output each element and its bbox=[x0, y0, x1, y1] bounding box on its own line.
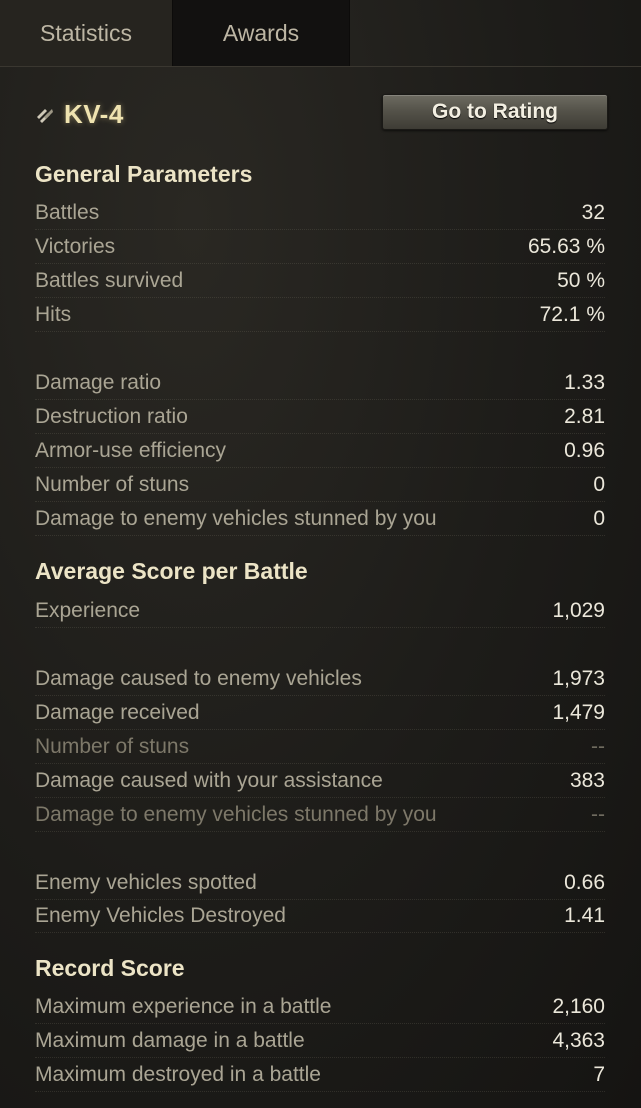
stat-value: 0 bbox=[593, 507, 605, 530]
stat-value: 1.33 bbox=[564, 371, 605, 394]
stat-value: 0.66 bbox=[564, 871, 605, 894]
stat-label: Victories bbox=[35, 235, 116, 258]
stat-row: Damage received 1,479 bbox=[35, 697, 605, 730]
stat-label: Enemy Vehicles Destroyed bbox=[35, 904, 286, 927]
stat-value: 2,160 bbox=[552, 995, 605, 1018]
stat-label: Number of stuns bbox=[35, 735, 190, 758]
stat-row: Maximum experience in a battle 2,160 bbox=[35, 991, 605, 1024]
stat-label: Damage caused with your assistance bbox=[35, 769, 383, 792]
stat-label: Experience bbox=[35, 599, 141, 622]
stat-row: Experience 1,029 bbox=[35, 595, 605, 628]
stat-value: 1,479 bbox=[552, 701, 605, 724]
stat-row: Maximum destroyed in a battle 7 bbox=[35, 1059, 605, 1092]
stat-row: Damage caused with your assistance 383 bbox=[35, 765, 605, 798]
stat-label: Battles bbox=[35, 201, 100, 224]
stat-value: 72.1 % bbox=[539, 303, 605, 326]
tab-bar: Statistics Awards bbox=[0, 0, 641, 67]
stat-label: Damage received bbox=[35, 701, 200, 724]
stat-value: 1.41 bbox=[564, 904, 605, 927]
stat-row: Damage ratio 1.33 bbox=[35, 367, 605, 400]
stat-label: Maximum damage in a battle bbox=[35, 1029, 305, 1052]
stat-label: Maximum destroyed in a battle bbox=[35, 1063, 321, 1086]
stat-row: Maximum damage in a battle 4,363 bbox=[35, 1025, 605, 1058]
stat-label: Damage to enemy vehicles stunned by you bbox=[35, 507, 437, 530]
vehicle-name: KV-4 bbox=[64, 98, 124, 129]
stat-row: Damage caused to enemy vehicles 1,973 bbox=[35, 663, 605, 696]
stat-row: Battles 32 bbox=[35, 197, 605, 230]
stat-value: 65.63 % bbox=[527, 235, 605, 258]
stat-label: Maximum experience in a battle bbox=[35, 995, 332, 1018]
section-title-average: Average Score per Battle bbox=[35, 558, 308, 584]
stat-row: Battles survived 50 % bbox=[35, 265, 605, 298]
tab-awards[interactable]: Awards bbox=[172, 0, 350, 66]
stat-row: Number of stuns 0 bbox=[35, 469, 605, 502]
stat-label: Hits bbox=[35, 303, 72, 326]
stat-value: 32 bbox=[581, 201, 605, 224]
stat-label: Destruction ratio bbox=[35, 405, 188, 428]
section-title-record: Record Score bbox=[35, 955, 185, 981]
stat-row: Damage to enemy vehicles stunned by you … bbox=[35, 503, 605, 536]
stat-value: 1,029 bbox=[552, 599, 605, 622]
stat-row: Enemy vehicles spotted 0.66 bbox=[35, 867, 605, 900]
stat-label: Damage caused to enemy vehicles bbox=[35, 667, 362, 690]
stat-value: 50 % bbox=[557, 269, 605, 292]
stat-value: 383 bbox=[569, 769, 605, 792]
vehicle-header: KV-4 bbox=[34, 96, 124, 132]
go-to-rating-button[interactable]: Go to Rating bbox=[382, 94, 608, 130]
stat-value: -- bbox=[591, 735, 605, 758]
stat-label: Number of stuns bbox=[35, 473, 190, 496]
stat-row: Enemy Vehicles Destroyed 1.41 bbox=[35, 900, 605, 933]
stat-value: 4,363 bbox=[552, 1029, 605, 1052]
section-title-general: General Parameters bbox=[35, 161, 253, 187]
stat-row: Destruction ratio 2.81 bbox=[35, 401, 605, 434]
stat-row: Number of stuns -- bbox=[35, 731, 605, 764]
stat-value: 0 bbox=[593, 473, 605, 496]
tab-statistics[interactable]: Statistics bbox=[0, 0, 172, 66]
stat-label: Battles survived bbox=[35, 269, 184, 292]
stat-label: Armor-use efficiency bbox=[35, 439, 227, 462]
stat-label: Enemy vehicles spotted bbox=[35, 871, 257, 894]
stat-value: 1,973 bbox=[552, 667, 605, 690]
stat-label: Damage to enemy vehicles stunned by you bbox=[35, 803, 437, 826]
stat-row: Hits 72.1 % bbox=[35, 299, 605, 332]
heavy-tank-icon bbox=[37, 109, 53, 123]
stat-value: 0.96 bbox=[564, 439, 605, 462]
stat-value: -- bbox=[591, 803, 605, 826]
stat-label: Damage ratio bbox=[35, 371, 162, 394]
stat-row: Victories 65.63 % bbox=[35, 231, 605, 264]
stat-row: Armor-use efficiency 0.96 bbox=[35, 435, 605, 468]
stat-row: Damage to enemy vehicles stunned by you … bbox=[35, 799, 605, 832]
stat-value: 7 bbox=[593, 1063, 605, 1086]
stat-value: 2.81 bbox=[564, 405, 605, 428]
